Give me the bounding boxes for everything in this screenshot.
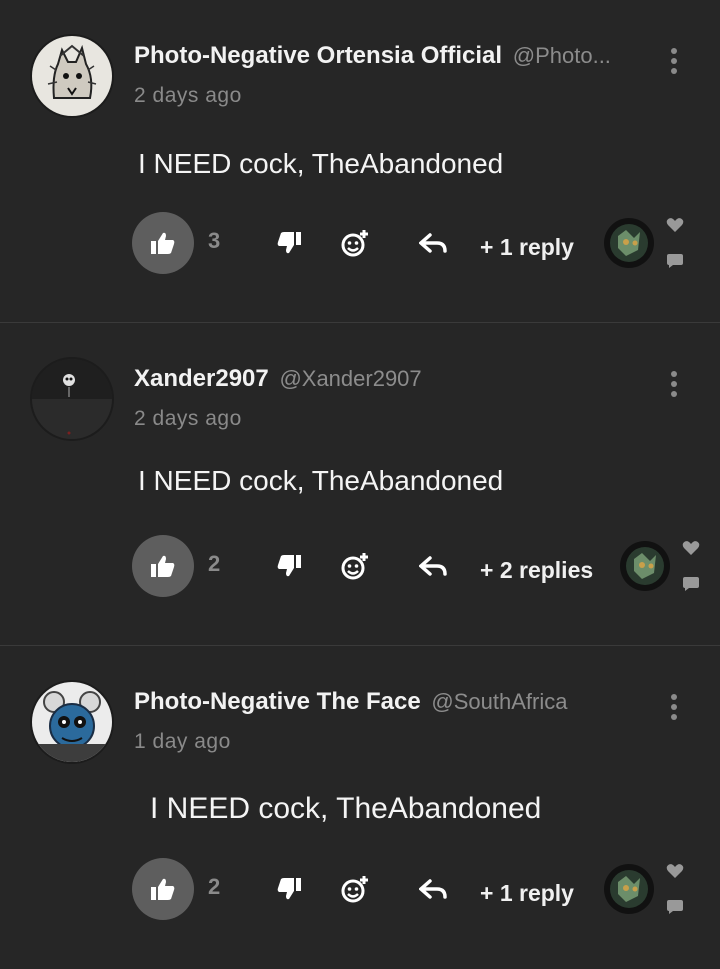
- add-reaction-icon[interactable]: [340, 874, 370, 904]
- author-handle[interactable]: @Xander2907: [279, 366, 421, 391]
- comment-item: Xander2907 @Xander2907 2 days ago I NEED…: [0, 323, 720, 646]
- author-handle[interactable]: @Photo...: [513, 43, 611, 68]
- reply-author-avatar: [604, 216, 658, 270]
- thumbs-up-icon: [151, 232, 175, 254]
- comment-text: I NEED cock, TheAbandoned: [138, 465, 504, 496]
- comment-text: I NEED cock, TheAbandoned: [138, 148, 504, 179]
- thumbs-down-icon[interactable]: [274, 228, 304, 258]
- chat-bubble-icon: [664, 896, 686, 918]
- add-reaction-icon[interactable]: [340, 228, 370, 258]
- blue-mouse-avatar-icon: [32, 682, 112, 762]
- comment-timestamp: 1 day ago: [134, 730, 231, 753]
- comment-text: I NEED cock, TheAbandoned: [150, 792, 542, 825]
- comment-timestamp: 2 days ago: [134, 407, 242, 430]
- like-count: 3: [208, 228, 221, 253]
- user-avatar[interactable]: [30, 357, 114, 441]
- reply-icon[interactable]: [418, 874, 448, 904]
- more-options-icon[interactable]: [664, 694, 684, 720]
- user-avatar[interactable]: [30, 34, 114, 118]
- heart-icon: [680, 537, 702, 559]
- author-name[interactable]: Photo-Negative The Face: [134, 688, 421, 715]
- comment-actions: 3 + 1 reply: [132, 212, 700, 276]
- comment-list: Photo-Negative Ortensia Official @Photo.…: [0, 0, 720, 969]
- thumbs-up-icon: [151, 555, 175, 577]
- comment-actions: 2 + 1 reply: [132, 858, 700, 922]
- comment-timestamp: 2 days ago: [134, 84, 242, 107]
- heart-icon: [664, 214, 686, 236]
- more-options-icon[interactable]: [664, 371, 684, 397]
- comment-header: Photo-Negative Ortensia Official @Photo.…: [134, 42, 640, 70]
- more-options-icon[interactable]: [664, 48, 684, 74]
- thumbs-down-icon[interactable]: [274, 874, 304, 904]
- sketch-cat-avatar-icon: [32, 36, 112, 116]
- comment-header: Xander2907 @Xander2907: [134, 365, 640, 393]
- reply-author-avatar: [604, 862, 658, 916]
- reply-icon[interactable]: [418, 228, 448, 258]
- author-handle[interactable]: @SouthAfrica: [431, 689, 567, 714]
- replies-link[interactable]: + 1 reply: [480, 880, 574, 907]
- user-avatar[interactable]: [30, 680, 114, 764]
- author-name[interactable]: Photo-Negative Ortensia Official: [134, 42, 502, 69]
- comment-item: Photo-Negative The Face @SouthAfrica 1 d…: [0, 646, 720, 969]
- replies-link[interactable]: + 1 reply: [480, 234, 574, 261]
- add-reaction-icon[interactable]: [340, 551, 370, 581]
- like-button[interactable]: [132, 535, 194, 597]
- reply-author-avatar: [620, 539, 674, 593]
- like-count: 2: [208, 551, 221, 576]
- chat-bubble-icon: [664, 250, 686, 272]
- reply-icon[interactable]: [418, 551, 448, 581]
- replies-link[interactable]: + 2 replies: [480, 557, 593, 584]
- thumbs-up-icon: [151, 878, 175, 900]
- chat-bubble-icon: [680, 573, 702, 595]
- comment-actions: 2 + 2 replies: [132, 535, 700, 599]
- heart-icon: [664, 860, 686, 882]
- comment-item: Photo-Negative Ortensia Official @Photo.…: [0, 0, 720, 323]
- dark-figure-avatar-icon: [32, 359, 112, 439]
- like-button[interactable]: [132, 212, 194, 274]
- like-count: 2: [208, 874, 221, 899]
- comment-header: Photo-Negative The Face @SouthAfrica: [134, 688, 640, 716]
- like-button[interactable]: [132, 858, 194, 920]
- thumbs-down-icon[interactable]: [274, 551, 304, 581]
- author-name[interactable]: Xander2907: [134, 365, 269, 392]
